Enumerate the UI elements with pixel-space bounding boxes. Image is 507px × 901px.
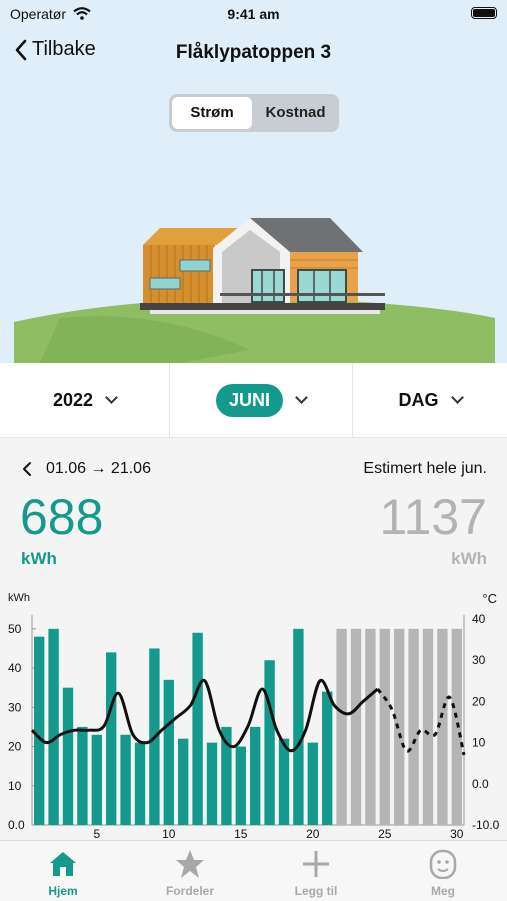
- consumption-bar: [278, 738, 290, 825]
- tab-label: Fordeler: [165, 884, 214, 898]
- consumption-bar: [62, 687, 74, 825]
- star-icon: [176, 850, 204, 878]
- consumption-bar: [91, 734, 102, 825]
- consumption-bar: [235, 746, 246, 825]
- consumption-bar: [307, 742, 318, 825]
- period-selector[interactable]: DAG: [353, 363, 507, 437]
- consumption-bar: [206, 742, 218, 825]
- segment-cost[interactable]: Kostnad: [255, 97, 336, 129]
- year-value: 2022: [52, 389, 94, 410]
- chevron-down-icon: [450, 391, 464, 404]
- consumption-bar: [264, 660, 275, 825]
- consumption-bar: [106, 652, 117, 825]
- right-tick-label: -10.0: [472, 818, 500, 832]
- tab-bar: Hjem Fordeler Legg til Meg: [0, 840, 507, 901]
- period-selectors: 2022 JUNI DAG: [0, 363, 507, 438]
- y-axis-unit-left: kWh: [8, 592, 30, 604]
- x-tick-label: 15: [234, 827, 248, 840]
- date-range-text: 01.06 → 21.06: [46, 460, 151, 477]
- estimated-bar: [350, 628, 362, 825]
- left-tick-label: 40: [8, 661, 22, 675]
- tab-label: Meg: [431, 884, 455, 898]
- consumption-bar: [178, 738, 189, 825]
- x-tick-label: 10: [162, 827, 176, 840]
- right-tick-label: 10: [472, 736, 486, 750]
- estimated-bar: [336, 628, 347, 825]
- date-range: 01.06 → 21.06: [22, 460, 151, 478]
- left-tick-label: 20: [8, 740, 22, 754]
- consumption-bar: [77, 726, 88, 825]
- consumption-bar: [163, 679, 174, 825]
- y-axis-unit-right: °C: [482, 591, 497, 606]
- home-icon: [50, 852, 76, 876]
- segment-power[interactable]: Strøm: [172, 97, 252, 129]
- consumption-bar: [120, 734, 131, 825]
- tab-label: Hjem: [48, 884, 78, 898]
- page-title: Flåklypatoppen 3: [175, 42, 332, 63]
- month-selector[interactable]: JUNI: [170, 363, 353, 437]
- estimated-bar: [408, 628, 419, 825]
- estimated-consumption-unit: kWh: [451, 549, 487, 568]
- right-tick-label: 30: [472, 653, 486, 667]
- tab-me[interactable]: Meg: [380, 847, 506, 899]
- estimated-consumption-value: 1137: [379, 489, 487, 545]
- estimated-bar: [422, 628, 434, 825]
- tab-benefits[interactable]: Fordeler: [127, 847, 253, 899]
- chevron-down-icon: [295, 391, 308, 404]
- x-tick-label: 30: [450, 827, 464, 840]
- consumption-bar: [192, 632, 203, 825]
- plus-icon: [303, 851, 329, 877]
- tab-label: Legg til: [294, 884, 338, 898]
- x-tick-label: 20: [306, 827, 320, 840]
- left-tick-label: 30: [8, 700, 22, 714]
- chevron-left-icon[interactable]: [22, 461, 32, 477]
- consumption-bar: [48, 628, 59, 825]
- estimated-bar: [394, 628, 405, 825]
- status-time: 9:41 am: [227, 6, 280, 22]
- consumption-bar: [293, 628, 304, 825]
- left-tick-label: 0.0: [8, 818, 25, 832]
- chevron-down-icon: [105, 391, 118, 404]
- status-bar: Operatør 9:41 am: [0, 0, 507, 28]
- left-tick-label: 50: [8, 622, 22, 636]
- estimated-bar: [365, 628, 376, 825]
- estimated-bar: [451, 628, 462, 825]
- tab-add[interactable]: Legg til: [253, 847, 379, 899]
- hero-section: Operatør 9:41 am Tilbake Flåklypatoppen …: [0, 0, 507, 363]
- right-tick-label: 40: [472, 612, 486, 626]
- actual-consumption-unit: kWh: [21, 549, 57, 568]
- estimate-label: Estimert hele jun.: [363, 460, 487, 477]
- battery-icon: [471, 7, 497, 19]
- period-value: DAG: [398, 389, 439, 410]
- face-icon: [429, 849, 457, 879]
- year-selector[interactable]: 2022: [0, 363, 170, 437]
- navigation-bar: Tilbake Flåklypatoppen 3: [0, 36, 507, 70]
- right-tick-label: 0.0: [472, 777, 489, 791]
- month-value: JUNI: [215, 383, 283, 417]
- segmented-control: Strøm Kostnad: [169, 94, 339, 132]
- right-tick-label: 20: [472, 694, 486, 708]
- consumption-bar: [34, 636, 45, 825]
- house-illustration: [14, 218, 495, 363]
- x-tick-label: 25: [378, 827, 392, 840]
- tab-home[interactable]: Hjem: [0, 847, 126, 899]
- left-tick-label: 10: [8, 779, 22, 793]
- consumption-chart: kWh °C 0.0 10 20 30 40 50 -10.0 0.0 10 20 30 40 5 10 15 2…: [0, 585, 507, 840]
- x-tick-label: 5: [93, 827, 100, 840]
- consumption-bar: [250, 726, 261, 825]
- estimated-bar: [379, 628, 390, 825]
- consumption-bar: [322, 691, 333, 825]
- consumption-bar: [134, 742, 146, 825]
- actual-consumption-value: 688: [20, 489, 104, 545]
